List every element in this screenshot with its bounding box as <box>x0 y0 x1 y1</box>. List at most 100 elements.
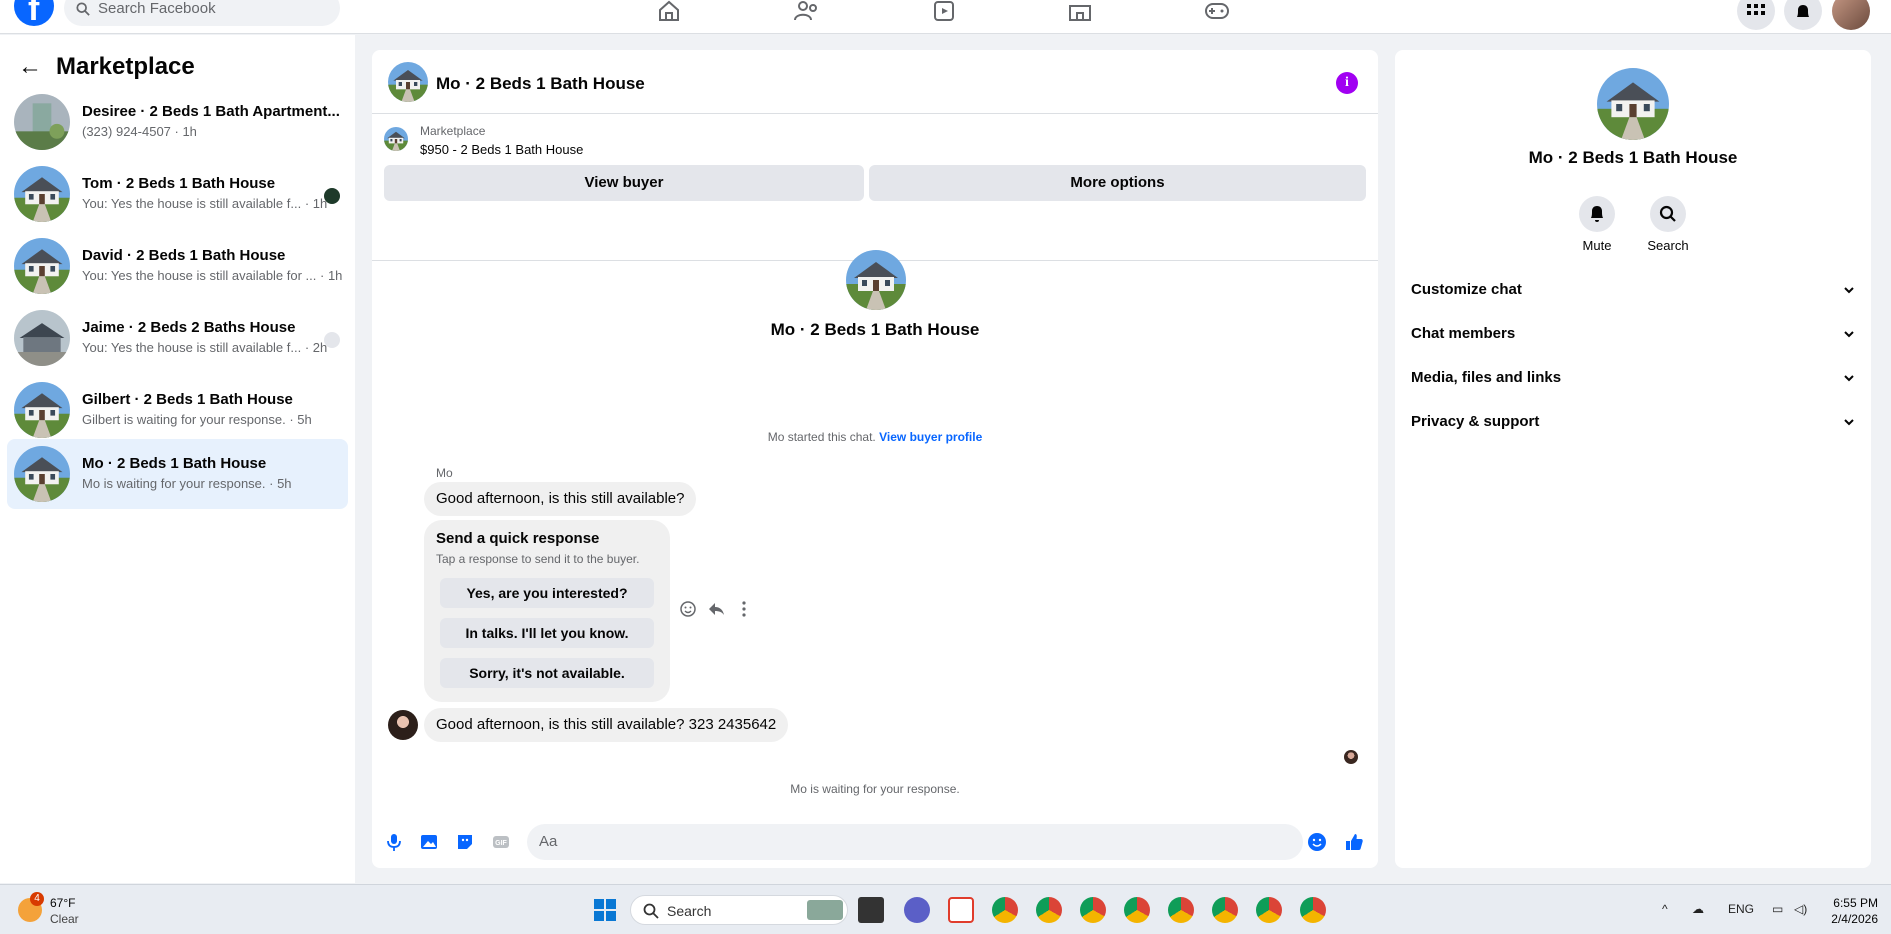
search-chat-button[interactable]: Search <box>1638 196 1698 253</box>
gif-icon[interactable]: GIF <box>491 832 511 852</box>
temperature: 67°F <box>50 896 76 910</box>
conversation-item-tom[interactable]: Tom · 2 Beds 1 Bath House You: Yes the h… <box>7 159 348 229</box>
chevron-down-icon <box>1844 375 1854 382</box>
message-input[interactable]: Aa <box>527 824 1303 860</box>
quick-response-option[interactable]: Sorry, it's not available. <box>440 658 654 688</box>
weather-condition: Clear <box>50 912 79 926</box>
task-view-icon[interactable] <box>858 897 884 923</box>
svg-text:GIF: GIF <box>495 840 507 847</box>
gaming-icon[interactable] <box>1203 0 1231 22</box>
clock[interactable]: 6:55 PM 2/4/2026 <box>1824 895 1878 927</box>
chevron-down-icon <box>1844 419 1854 426</box>
emoji-react-icon[interactable] <box>678 599 698 619</box>
details-thumbnail <box>1597 68 1669 140</box>
search-facebook-input[interactable]: Search Facebook <box>64 0 340 26</box>
chrome-profile-icon[interactable] <box>1256 897 1282 923</box>
emoji-icon[interactable] <box>1307 832 1327 852</box>
cloud-offline-icon[interactable]: ☁ <box>1692 902 1704 916</box>
conversation-item-david[interactable]: David · 2 Beds 1 Bath House You: Yes the… <box>7 231 348 301</box>
chrome-profile-icon[interactable] <box>1212 897 1238 923</box>
message-bubble[interactable]: Good afternoon, is this still available? <box>424 482 697 516</box>
microphone-icon[interactable] <box>384 832 404 852</box>
chrome-profile-icon[interactable] <box>1080 897 1106 923</box>
thumbs-up-icon[interactable] <box>1344 832 1364 852</box>
chat-header: Mo · 2 Beds 1 Bath House i <box>372 50 1378 114</box>
conversation-preview: You: Yes the house is still available f.… <box>82 196 328 211</box>
reply-icon[interactable] <box>706 599 726 619</box>
language-indicator[interactable]: ENG <box>1728 902 1754 916</box>
chat-details-panel: Mo · 2 Beds 1 Bath House Mute Search Cus… <box>1395 50 1871 868</box>
view-buyer-profile-link[interactable]: View buyer profile <box>879 430 982 444</box>
conversation-name: Tom · 2 Beds 1 Bath House <box>82 175 276 192</box>
video-icon[interactable] <box>930 0 958 22</box>
chat-title[interactable]: Mo · 2 Beds 1 Bath House <box>436 74 645 94</box>
conversation-name: Desiree · 2 Beds 1 Bath Apartment... <box>82 103 340 120</box>
listing-source: Marketplace <box>420 124 486 138</box>
search-icon <box>1659 205 1676 222</box>
chrome-profile-icon[interactable] <box>1300 897 1326 923</box>
chrome-profile-icon[interactable] <box>1036 897 1062 923</box>
account-avatar[interactable] <box>1832 0 1870 30</box>
view-buyer-button[interactable]: View buyer <box>384 165 864 201</box>
person-icon <box>324 332 340 348</box>
grid-icon <box>1747 4 1765 15</box>
privacy-support-section[interactable]: Privacy & support <box>1411 402 1855 442</box>
more-icon[interactable] <box>734 599 754 619</box>
home-icon[interactable] <box>655 0 683 22</box>
chat-members-section[interactable]: Chat members <box>1411 314 1855 354</box>
seen-avatar <box>1344 750 1358 764</box>
listing-thumbnail <box>14 238 70 294</box>
sticker-icon[interactable] <box>455 832 475 852</box>
friends-icon[interactable] <box>793 0 821 22</box>
conversation-item-gilbert[interactable]: Gilbert · 2 Beds 1 Bath House Gilbert is… <box>7 375 348 445</box>
message-composer: GIF Aa <box>372 818 1378 868</box>
listing-thumbnail <box>14 446 70 502</box>
top-bar: f Search Facebook <box>0 0 1891 34</box>
marketplace-icon[interactable] <box>1066 0 1094 22</box>
mute-button[interactable]: Mute <box>1567 196 1627 253</box>
date: 2/4/2026 <box>1831 912 1878 926</box>
menu-grid-button[interactable] <box>1737 0 1775 30</box>
chrome-icon[interactable] <box>992 897 1018 923</box>
conversation-preview: (323) 924-4507 · 1h <box>82 124 197 139</box>
taskbar-search[interactable]: Search <box>630 895 848 925</box>
sidebar-title: Marketplace <box>56 53 195 80</box>
more-options-button[interactable]: More options <box>869 165 1366 201</box>
started-text: Mo started this chat. <box>767 430 876 444</box>
teams-icon[interactable] <box>904 897 930 923</box>
notifications-button[interactable] <box>1784 0 1822 30</box>
search-label: Search <box>1647 238 1689 253</box>
facebook-logo[interactable]: f <box>14 0 54 28</box>
media-files-links-section[interactable]: Media, files and links <box>1411 358 1855 398</box>
conversation-preview: Mo is waiting for your response. · 5h <box>82 476 292 491</box>
snipping-tool-icon[interactable] <box>948 897 974 923</box>
chat-thumbnail[interactable] <box>388 62 428 102</box>
windows-start-icon[interactable] <box>593 898 617 922</box>
quick-response-option[interactable]: In talks. I'll let you know. <box>440 618 654 648</box>
network-icon[interactable]: ▭ <box>1772 902 1783 916</box>
photo-icon[interactable] <box>419 832 439 852</box>
chrome-profile-icon[interactable] <box>1168 897 1194 923</box>
chrome-profile-icon[interactable] <box>1124 897 1150 923</box>
conversation-item-jaime[interactable]: Jaime · 2 Beds 2 Baths House You: Yes th… <box>7 303 348 373</box>
quick-response-title: Send a quick response <box>436 530 600 547</box>
time: 6:55 PM <box>1833 896 1878 910</box>
listing-banner: Marketplace $950 - 2 Beds 1 Bath House V… <box>372 115 1378 261</box>
section-label: Media, files and links <box>1411 369 1562 386</box>
conversation-name: Gilbert · 2 Beds 1 Bath House <box>82 391 293 408</box>
message-bubble[interactable]: Good afternoon, is this still available?… <box>424 708 789 742</box>
customize-chat-section[interactable]: Customize chat <box>1411 270 1855 310</box>
quick-response-option[interactable]: Yes, are you interested? <box>440 578 654 608</box>
buyer-avatar[interactable] <box>388 710 418 740</box>
volume-icon[interactable]: ◁) <box>1794 902 1807 916</box>
listing-thumbnail <box>14 310 70 366</box>
chevron-down-icon <box>1844 287 1854 294</box>
listing-title[interactable]: $950 - 2 Beds 1 Bath House <box>420 142 583 157</box>
back-arrow-icon[interactable]: ← <box>18 53 42 81</box>
conversation-preview: You: Yes the house is still available f.… <box>82 340 328 355</box>
conversation-item-desiree[interactable]: Desiree · 2 Beds 1 Bath Apartment... (32… <box>7 87 348 157</box>
listing-thumbnail <box>14 94 70 150</box>
conversation-item-mo[interactable]: Mo · 2 Beds 1 Bath House Mo is waiting f… <box>7 439 348 509</box>
chevron-up-icon[interactable]: ^ <box>1662 902 1668 916</box>
info-icon[interactable]: i <box>1336 72 1358 94</box>
